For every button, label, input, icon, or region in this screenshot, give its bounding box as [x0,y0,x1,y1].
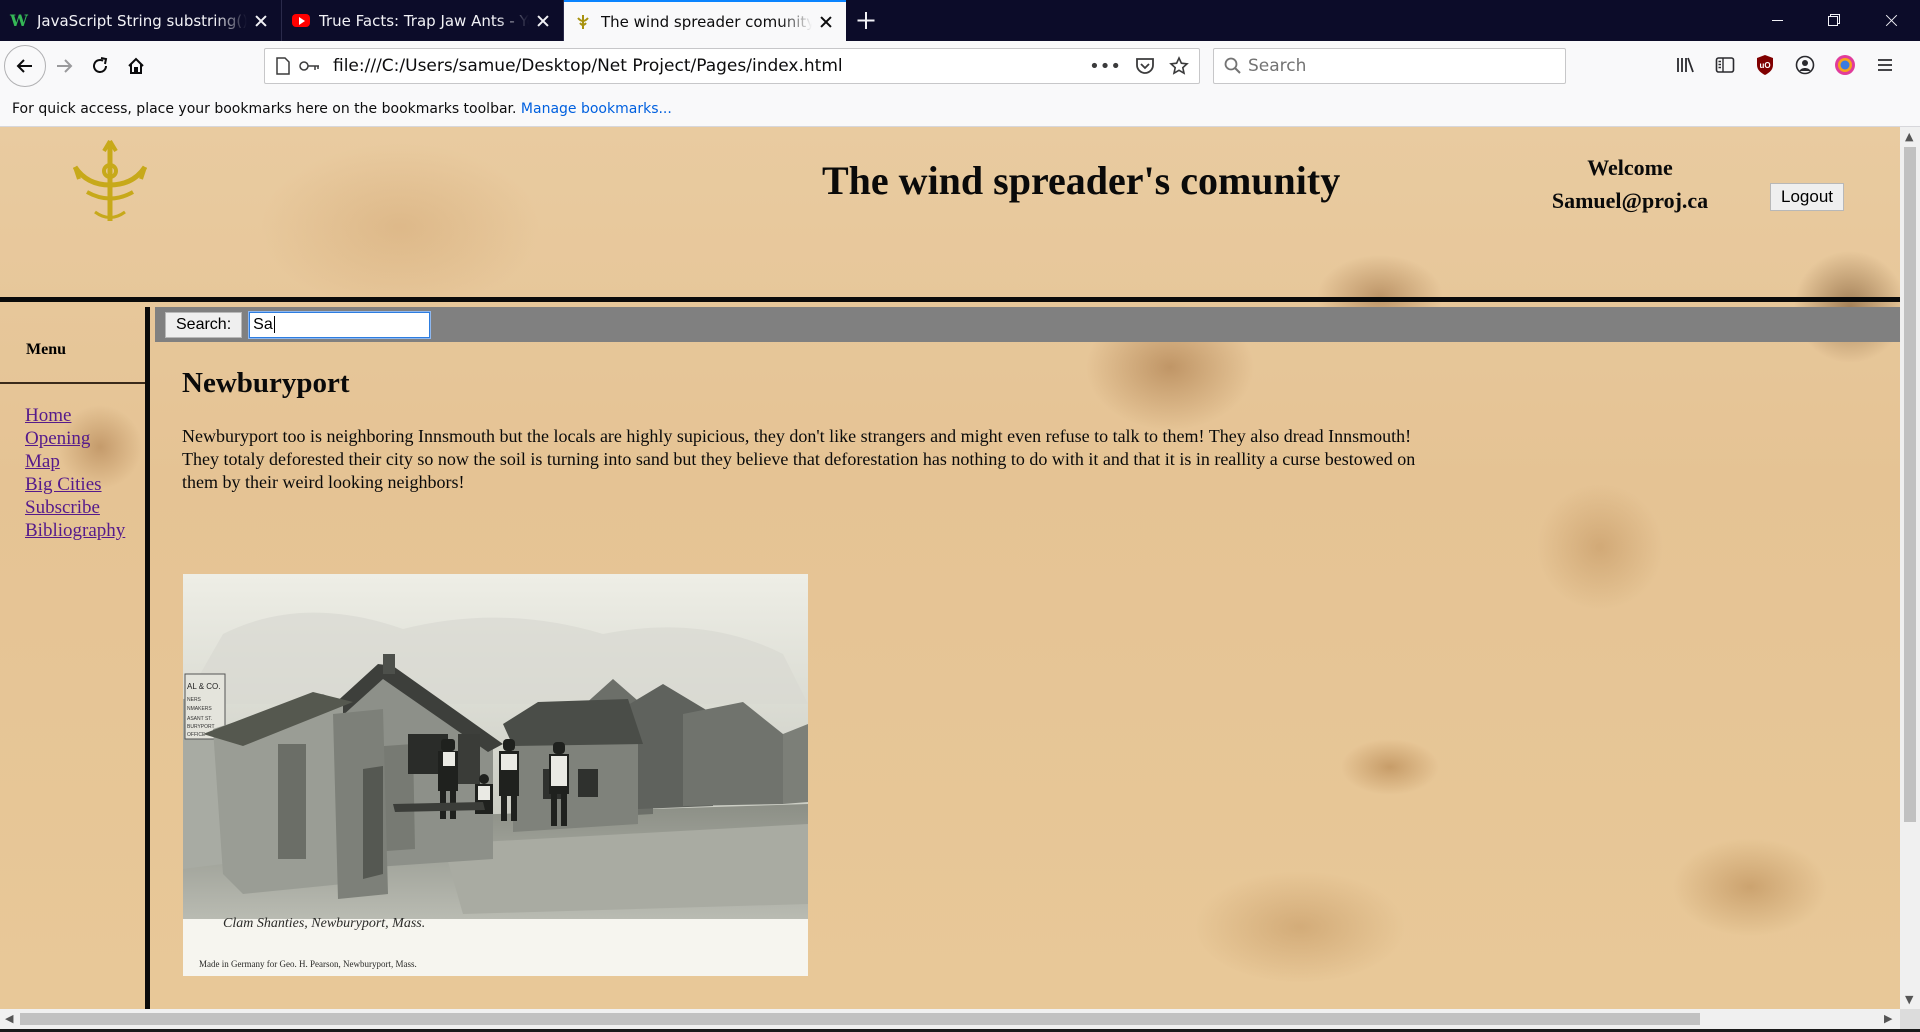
horizontal-scroll-thumb[interactable] [20,1013,1700,1025]
home-button[interactable] [118,48,154,84]
scroll-left-icon[interactable]: ◀ [5,1012,13,1025]
text-caret [273,316,275,333]
tab-bar: W JavaScript String substring() Me True … [0,0,1920,41]
forward-arrow-icon [57,58,73,73]
menu-links: Home Opening Map Big Cities Subscribe Bi… [0,384,145,542]
library-icon[interactable] [1670,49,1700,81]
scrollbar-corner [1900,1009,1920,1029]
scroll-up-icon[interactable]: ▲ [1905,130,1913,143]
search-icon [1224,57,1241,74]
close-icon[interactable] [253,13,269,29]
scroll-down-icon[interactable]: ▼ [1905,993,1913,1006]
search-placeholder: Search [1248,56,1307,76]
menu-link-opening[interactable]: Opening [25,427,145,450]
sidebar-menu: Menu Home Opening Map Big Cities Subscri… [0,307,150,1009]
minimize-button[interactable] [1749,0,1806,41]
photo-sign-text: AL & CO. [187,682,221,691]
search-input-value: Sa [253,315,273,333]
menu-heading: Menu [0,307,145,384]
svg-text:uO: uO [1759,61,1770,70]
welcome-block: Welcome Samuel@proj.ca [1540,151,1720,217]
search-button[interactable]: Search: [165,311,243,338]
close-window-button[interactable] [1863,0,1920,41]
search-bar[interactable]: Search [1213,48,1566,84]
horizontal-scrollbar[interactable]: ◀ ▶ [0,1009,1900,1029]
tab-title: JavaScript String substring() Me [37,11,247,30]
scroll-right-icon[interactable]: ▶ [1884,1012,1892,1025]
window-controls [1749,0,1920,41]
page-viewport: The wind spreader's comunity Welcome Sam… [0,127,1900,1009]
photo-sign-line: ASANT ST. [187,716,212,722]
photo-sign-line: OFFICE [187,732,206,738]
photo-caption: Clam Shanties, Newburyport, Mass. [223,916,425,931]
sidebar-toggle-icon[interactable] [1710,49,1740,81]
site-header: The wind spreader's comunity Welcome Sam… [0,127,1900,302]
photo-credit: Made in Germany for Geo. H. Pearson, New… [199,959,417,969]
menu-icon[interactable] [1870,49,1900,81]
site-logo-icon [574,13,592,31]
search-input[interactable]: Sa [249,311,431,338]
restore-button[interactable] [1806,0,1863,41]
article-heading: Newburyport [182,367,350,399]
menu-link-big-cities[interactable]: Big Cities [25,473,145,496]
trident-logo-icon [72,139,148,221]
photo-sign-line: BURYPORT [187,724,215,730]
navigation-toolbar: file:///C:/Users/samue/Desktop/Net Proje… [0,41,1920,90]
tab-wind-spreader[interactable]: The wind spreader comunity [564,0,846,41]
page-icon [276,57,290,75]
youtube-icon [292,14,310,27]
forward-button[interactable] [46,48,82,84]
site-title: The wind spreader's comunity [822,158,1341,203]
tab-javascript-substring[interactable]: W JavaScript String substring() Me [0,0,282,41]
url-text[interactable]: file:///C:/Users/samue/Desktop/Net Proje… [333,56,1089,76]
menu-link-bibliography[interactable]: Bibliography [25,519,145,542]
extension-color-icon[interactable] [1830,49,1860,81]
photo-sign-line: NMAKERS [187,706,212,712]
pocket-icon[interactable] [1135,57,1155,75]
user-email: Samuel@proj.ca [1551,188,1709,213]
url-bar[interactable]: file:///C:/Users/samue/Desktop/Net Proje… [264,48,1200,84]
tab-youtube[interactable]: True Facts: Trap Jaw Ants - YouT [282,0,564,41]
photo-sign-line: NERS [187,697,202,703]
vertical-scroll-thumb[interactable] [1904,147,1916,822]
article-body: Newburyport too is neighboring Innsmouth… [182,426,1416,492]
close-icon[interactable] [818,14,834,30]
home-icon [128,57,144,74]
article: Newburyport Newburyport too is neighbori… [182,367,1422,494]
welcome-label: Welcome [1587,155,1673,180]
bookmark-star-icon[interactable] [1169,56,1189,76]
menu-link-map[interactable]: Map [25,450,145,473]
back-arrow-icon [16,58,32,73]
vertical-scrollbar[interactable]: ▲ ▼ [1900,127,1920,1009]
menu-link-home[interactable]: Home [25,404,145,427]
page-actions-icon[interactable]: ••• [1089,56,1121,77]
reload-button[interactable] [82,48,118,84]
close-icon[interactable] [535,13,551,29]
key-icon[interactable] [299,59,321,73]
ublock-origin-icon[interactable]: uO [1750,49,1780,81]
w3schools-icon: W [10,11,28,30]
bookmarks-hint-text: For quick access, place your bookmarks h… [12,101,517,117]
account-icon[interactable] [1790,49,1820,81]
newburyport-photo: AL & CO. NERS NMAKERS ASANT ST. BURYPORT… [183,574,808,976]
new-tab-button[interactable] [846,0,886,41]
back-button[interactable] [4,44,46,87]
tab-title: True Facts: Trap Jaw Ants - YouT [319,11,529,30]
menu-link-subscribe[interactable]: Subscribe [25,496,145,519]
logout-button[interactable]: Logout [1770,183,1844,211]
toolbar-icons: uO [1670,49,1900,81]
tab-title: The wind spreader comunity [601,12,812,31]
search-strip: Search: Sa [155,307,1900,342]
manage-bookmarks-link[interactable]: Manage bookmarks... [521,101,672,117]
reload-icon [93,56,108,73]
bookmarks-toolbar: For quick access, place your bookmarks h… [0,90,1920,127]
